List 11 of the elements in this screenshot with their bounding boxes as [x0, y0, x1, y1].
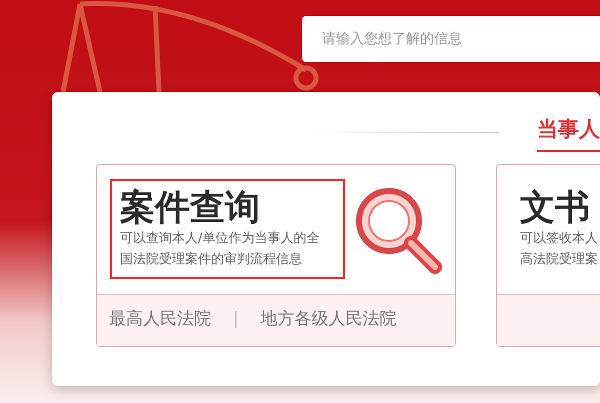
court-link[interactable]: 地方各级人民法院	[260, 307, 397, 333]
court-link[interactable]: 最高人民法院	[109, 307, 211, 333]
card-description: 可以查询本人/单位作为当事人的全 国法院受理案件的审判流程信息	[120, 230, 320, 269]
search-field[interactable]: 请输入您想了解的信息	[302, 16, 600, 62]
separator: |	[233, 308, 239, 332]
section-tab[interactable]: 当事人	[537, 114, 600, 152]
card-title: 文书	[520, 187, 591, 230]
service-card[interactable]: 案件查询 可以查询本人/单位作为当事人的全 国法院受理案件的审判流程信息 最高人民法院 | 地方各级人民法院	[96, 164, 456, 346]
card-description: 可以签收本人 高法院受理案	[520, 230, 599, 269]
service-card[interactable]: 文书 可以签收本人 高法院受理案	[496, 164, 600, 346]
card-title: 案件查询	[120, 187, 261, 230]
